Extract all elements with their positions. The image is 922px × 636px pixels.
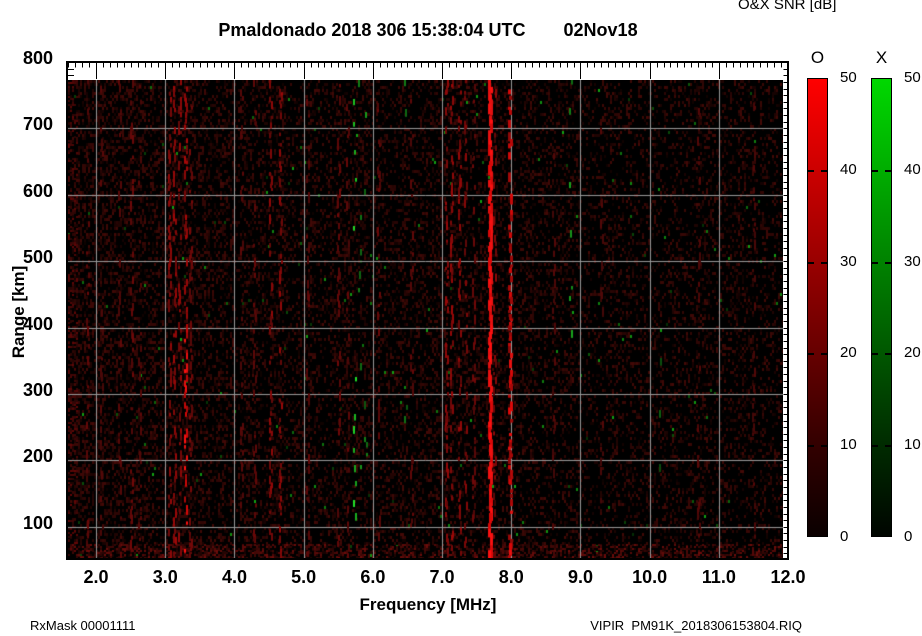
- x-tick-label: 2.0: [83, 567, 109, 587]
- colorbar-tick-label: 50: [904, 69, 921, 86]
- colorbar-tick-dash: [808, 445, 827, 448]
- y-tick-label: 100: [22, 512, 53, 533]
- y-axis-label: Range [km]: [9, 265, 28, 359]
- colorbar-tick-label: 50: [840, 69, 857, 86]
- x-colorbar-label: X: [875, 48, 888, 67]
- rxmask-footer: RxMask 00001111: [30, 618, 136, 633]
- colorbar-tick-dash: [808, 169, 827, 172]
- y-tick-label: 400: [22, 313, 53, 334]
- colorbar-tick-label: 20: [840, 344, 857, 362]
- colorbar-tick-label: 10: [840, 436, 857, 454]
- x-tick-label: 3.0: [152, 567, 178, 587]
- x-tick-label: 9.0: [567, 567, 593, 587]
- y-tick-label: 600: [22, 180, 53, 201]
- plot-date: 02Nov18: [563, 20, 638, 40]
- o-snr-colorbar: [807, 78, 828, 537]
- plot-title-row: Pmaldonado 2018 306 15:38:04 UTC 02Nov18: [67, 20, 789, 41]
- y-tick-label: 800: [22, 48, 53, 68]
- colorbar-tick-label: 0: [840, 528, 849, 545]
- colorbar-tick-dash: [808, 353, 827, 356]
- x-tick-label: 4.0: [221, 567, 247, 587]
- colorbar-tick-label: 20: [904, 344, 921, 362]
- x-tick-label: 6.0: [360, 567, 386, 587]
- colorbar-tick-dash: [872, 353, 891, 356]
- y-tick-label: 200: [22, 446, 53, 467]
- plot-title: Pmaldonado 2018 306 15:38:04 UTC: [218, 20, 526, 40]
- x-tick-label: 10.0: [632, 567, 668, 587]
- datafile-footer: VIPIR PM91K_2018306153804.RIQ: [590, 618, 802, 633]
- x-axis-label: Frequency [MHz]: [359, 595, 497, 614]
- colorbar-tick-dash: [872, 445, 891, 448]
- x-tick-label: 5.0: [291, 567, 317, 587]
- colorbar-tick-dash: [872, 169, 891, 172]
- x-tick-label: 7.0: [429, 567, 455, 587]
- colorbar-tick-label: 30: [904, 252, 921, 270]
- colorbar-tick-label: 10: [904, 436, 921, 454]
- colorbar-title: O&X SNR [dB]: [738, 0, 837, 13]
- colorbar-tick-label: 0: [904, 528, 913, 545]
- o-colorbar-label: O: [810, 48, 825, 67]
- x-snr-colorbar: [871, 78, 892, 537]
- colorbar-tick-label: 30: [840, 252, 857, 270]
- x-tick-label: 12.0: [770, 567, 806, 587]
- x-tick-label: 11.0: [701, 567, 736, 587]
- y-tick-label: 300: [22, 380, 53, 400]
- ionogram-heatmap-canvas: [68, 80, 783, 558]
- x-tick-label: 8.0: [498, 567, 524, 587]
- colorbar-tick-dash: [808, 261, 827, 264]
- colorbar-tick-dash: [872, 261, 891, 264]
- y-tick-label: 700: [22, 114, 53, 135]
- colorbar-tick-label: 40: [904, 160, 921, 178]
- colorbar-tick-label: 40: [840, 160, 857, 178]
- ionogram-page: Pmaldonado 2018 306 15:38:04 UTC 02Nov18…: [0, 0, 922, 636]
- y-tick-label: 500: [22, 247, 53, 268]
